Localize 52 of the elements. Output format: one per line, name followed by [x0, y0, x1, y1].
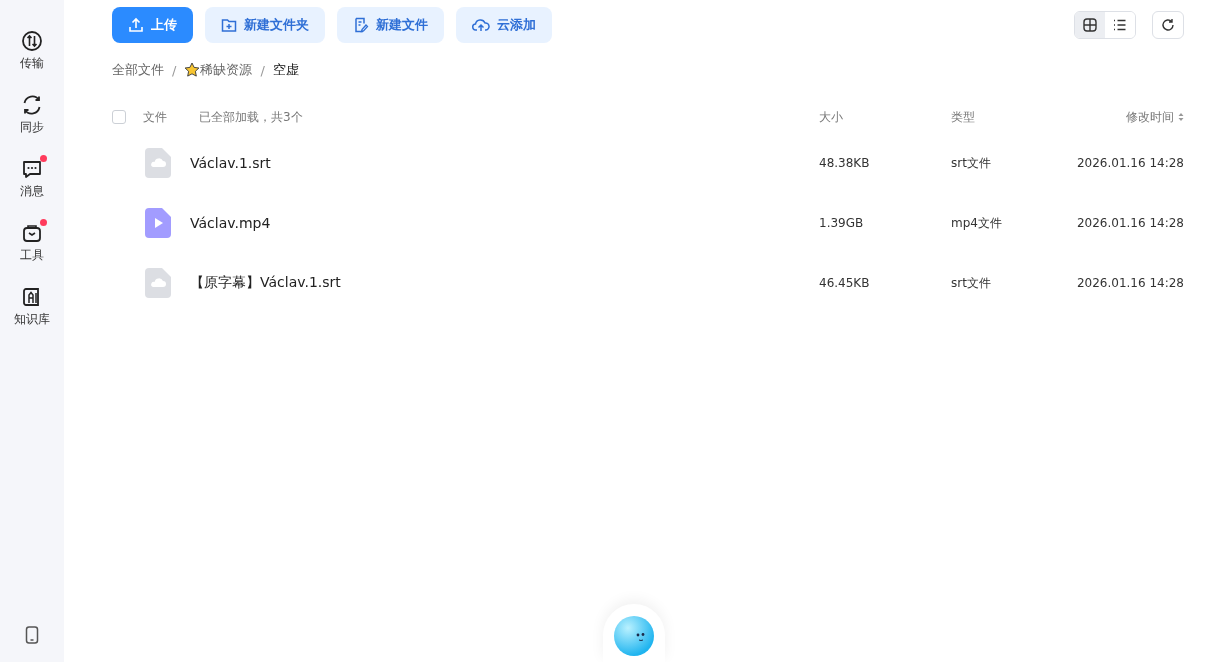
transfer-icon[interactable]: [21, 30, 43, 52]
file-size: 48.38KB: [819, 156, 871, 170]
file-type: srt文件: [951, 274, 992, 292]
file-name[interactable]: Václav.mp4: [190, 215, 271, 231]
sidebar-label[interactable]: 知识库: [14, 311, 50, 328]
file-size: 46.45KB: [819, 276, 871, 290]
list-icon: [1113, 18, 1127, 32]
breadcrumb-link[interactable]: 稀缺资源: [200, 61, 253, 79]
breadcrumb-link[interactable]: 空虚: [272, 61, 299, 79]
load-status: 已全部加载，共3个: [199, 108, 303, 126]
video-file-icon: [145, 208, 171, 238]
modified-time: 2026.01.16 14:28: [1075, 216, 1184, 230]
folder-plus-icon: [221, 17, 237, 33]
toolbar-button[interactable]: 新建文件: [337, 7, 444, 43]
upload-icon: [128, 17, 144, 33]
refresh-icon: [1161, 18, 1175, 32]
sidebar-label[interactable]: 同步: [20, 119, 44, 136]
grid-icon: [1083, 18, 1097, 32]
sidebar-label[interactable]: 工具: [20, 247, 44, 264]
sync-icon[interactable]: [21, 94, 43, 116]
view-mode-button[interactable]: [1075, 12, 1105, 38]
cloud-file-icon: [145, 268, 171, 298]
toolbar-button[interactable]: 新建文件夹: [205, 7, 325, 43]
notification-dot: [40, 155, 47, 162]
column-header[interactable]: 大小: [819, 108, 951, 126]
sidebar-label[interactable]: 传输: [20, 55, 44, 72]
sidebar-label[interactable]: 消息: [20, 183, 44, 200]
toolbar-button[interactable]: 上传: [112, 7, 193, 43]
cloud-upload-icon: [472, 17, 490, 33]
file-type: mp4文件: [951, 214, 1003, 232]
breadcrumb-link[interactable]: 全部文件: [112, 61, 164, 79]
file-edit-icon: [353, 17, 369, 33]
cloud-file-icon: [145, 148, 171, 178]
column-header[interactable]: 文件: [143, 108, 167, 126]
chat-icon[interactable]: [21, 158, 43, 180]
notification-dot: [40, 219, 47, 226]
select-all-checkbox[interactable]: [112, 110, 126, 124]
phone-icon[interactable]: [25, 626, 39, 644]
column-header[interactable]: 类型: [951, 108, 1024, 126]
file-name[interactable]: Václav.1.srt: [190, 155, 271, 171]
file-name[interactable]: 【原字幕】Václav.1.srt: [190, 274, 341, 292]
modified-time: 2026.01.16 14:28: [1075, 156, 1184, 170]
sort-icon[interactable]: [1178, 112, 1184, 122]
toolbar-button[interactable]: 云添加: [456, 7, 552, 43]
breadcrumb-separator: /: [260, 62, 265, 78]
file-size: 1.39GB: [819, 216, 865, 230]
column-header[interactable]: 修改时间: [1126, 108, 1174, 126]
breadcrumb-separator: /: [172, 62, 177, 78]
modified-time: 2026.01.16 14:28: [1075, 276, 1184, 290]
file-type: srt文件: [951, 154, 992, 172]
refresh-button[interactable]: [1152, 11, 1184, 39]
bag-icon[interactable]: [21, 222, 43, 244]
